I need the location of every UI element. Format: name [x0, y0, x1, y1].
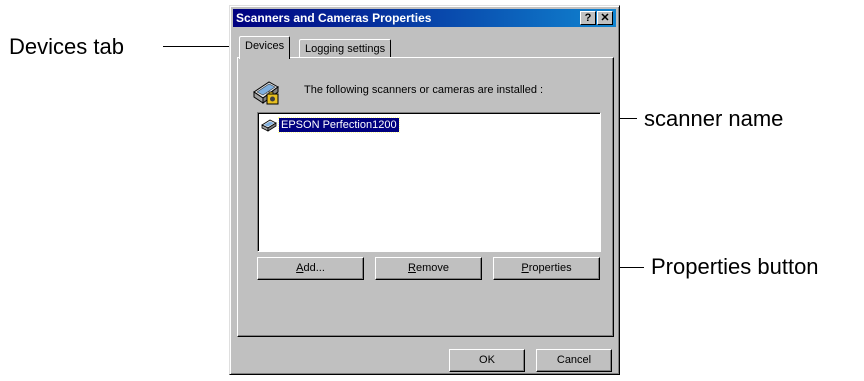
close-icon: ✕ [600, 12, 610, 24]
callout-devices-tab: Devices tab [9, 34, 124, 59]
help-icon: ? [584, 12, 592, 24]
cancel-button[interactable]: Cancel [536, 349, 612, 372]
scanner-icon [261, 119, 277, 132]
remove-button-mnemonic: R [408, 262, 416, 274]
callout-properties-button: Properties button [651, 254, 819, 279]
title-bar[interactable]: Scanners and Cameras Properties ? ✕ [233, 9, 616, 27]
window-title: Scanners and Cameras Properties [236, 11, 432, 25]
tab-logging-settings[interactable]: Logging settings [299, 39, 392, 58]
devices-list[interactable]: EPSON Perfection1200 [257, 112, 601, 252]
properties-button-label: roperties [528, 262, 572, 274]
remove-button[interactable]: Remove [375, 257, 482, 280]
scanners-cameras-dialog: Scanners and Cameras Properties ? ✕ Devi… [229, 5, 620, 375]
properties-button-mnemonic: P [521, 262, 529, 274]
remove-button-label: emove [415, 262, 449, 274]
properties-button[interactable]: Properties [493, 257, 600, 280]
help-button[interactable]: ? [580, 11, 596, 25]
close-button[interactable]: ✕ [597, 11, 613, 25]
tab-devices[interactable]: Devices [239, 36, 291, 59]
callout-scanner-name: scanner name [644, 106, 784, 131]
callout-line-devices-tab [163, 46, 236, 47]
scanner-name[interactable]: EPSON Perfection1200 [278, 116, 400, 133]
tab-logging-settings-label: Logging settings [305, 43, 386, 55]
list-item[interactable]: EPSON Perfection1200 [261, 116, 400, 133]
tab-devices-label: Devices [245, 40, 285, 52]
installed-devices-text: The following scanners or cameras are in… [304, 84, 544, 96]
scanner-camera-icon [253, 81, 279, 105]
add-button-label: dd... [303, 262, 325, 274]
add-button[interactable]: Add... [257, 257, 364, 280]
ok-button[interactable]: OK [449, 349, 525, 372]
